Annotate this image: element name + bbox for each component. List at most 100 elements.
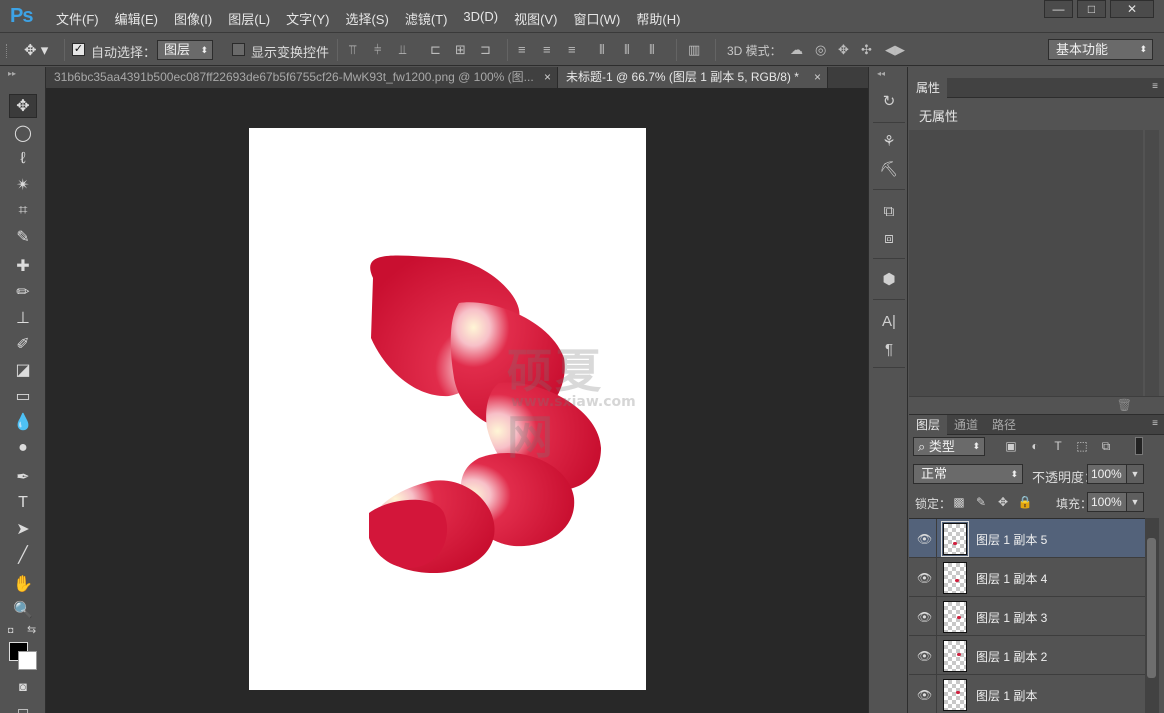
chevron-down-icon[interactable]: ▼ bbox=[1126, 492, 1144, 512]
filter-type-icon[interactable]: T bbox=[1050, 439, 1066, 455]
auto-select-target-dropdown[interactable]: 图层 ⬍ bbox=[157, 40, 213, 60]
layer-row[interactable]: 👁 图层 1 副本 5 bbox=[909, 519, 1145, 558]
filter-smart-object-icon[interactable]: ⧉ bbox=[1098, 439, 1114, 455]
type-tool-icon[interactable]: T bbox=[9, 491, 37, 515]
close-button[interactable]: ✕ bbox=[1110, 0, 1154, 18]
tool-presets-icon[interactable]: ⧈ bbox=[879, 229, 899, 249]
healing-brush-tool-icon[interactable]: ✚ bbox=[9, 254, 37, 278]
distribute-hcenter-icon[interactable]: ⦀ bbox=[624, 42, 642, 58]
eye-icon[interactable]: 👁 bbox=[917, 610, 932, 624]
3d-cube-icon[interactable]: ⬢ bbox=[879, 270, 899, 290]
maximize-button[interactable]: □ bbox=[1077, 0, 1106, 18]
menu-window[interactable]: 窗口(W) bbox=[565, 9, 628, 28]
swap-colors-icon[interactable]: ⇆ bbox=[27, 623, 36, 636]
clone-source-icon[interactable]: ⧉ bbox=[879, 202, 899, 222]
eye-icon[interactable]: 👁 bbox=[917, 649, 932, 663]
history-brush-tool-icon[interactable]: ✐ bbox=[9, 332, 37, 356]
background-color-swatch[interactable] bbox=[18, 651, 37, 670]
quick-mask-icon[interactable]: ◙ bbox=[9, 674, 37, 698]
screen-mode-icon[interactable]: ▭ bbox=[9, 699, 37, 713]
align-bottom-icon[interactable]: ⫫ bbox=[399, 42, 417, 58]
path-selection-tool-icon[interactable]: ➤ bbox=[9, 517, 37, 541]
distribute-left-icon[interactable]: ⦀ bbox=[599, 42, 617, 58]
eraser-tool-icon[interactable]: ◪ bbox=[9, 358, 37, 382]
chevron-down-icon[interactable]: ▼ bbox=[1126, 464, 1144, 484]
menu-view[interactable]: 视图(V) bbox=[506, 9, 565, 28]
distribute-vcenter-icon[interactable]: ≡ bbox=[543, 42, 561, 58]
eyedropper-tool-icon[interactable]: ✎ bbox=[9, 225, 37, 249]
magic-wand-tool-icon[interactable]: ✴ bbox=[9, 173, 37, 197]
close-icon[interactable]: × bbox=[814, 67, 821, 88]
3d-slide-icon[interactable]: ✣ bbox=[861, 42, 879, 58]
3d-scale-icon[interactable]: ◀▶ bbox=[885, 42, 905, 58]
lasso-tool-icon[interactable]: ℓ bbox=[9, 147, 37, 171]
blend-mode-dropdown[interactable]: 正常 ⬍ bbox=[913, 464, 1023, 484]
align-vcenter-icon[interactable]: ⫩ bbox=[374, 42, 392, 58]
menu-image[interactable]: 图像(I) bbox=[166, 9, 220, 28]
character-icon[interactable]: A| bbox=[879, 312, 899, 332]
layers-scrollbar[interactable] bbox=[1145, 518, 1159, 713]
distribute-right-icon[interactable]: ⦀ bbox=[649, 42, 667, 58]
layer-row[interactable]: 👁 图层 1 副本 2 bbox=[909, 636, 1145, 675]
move-tool-preset-icon[interactable]: ✥ ▾ bbox=[24, 41, 48, 59]
panel-menu-icon[interactable]: ≡ bbox=[1152, 418, 1158, 429]
brush-settings-icon[interactable]: ⛏ bbox=[879, 160, 899, 180]
line-tool-icon[interactable]: ╱ bbox=[9, 543, 37, 567]
filter-toggle[interactable] bbox=[1135, 437, 1143, 455]
opacity-input[interactable]: 100% bbox=[1087, 464, 1127, 484]
menu-filter[interactable]: 滤镜(T) bbox=[397, 9, 456, 28]
eye-icon[interactable]: 👁 bbox=[917, 688, 932, 702]
layer-filter-dropdown[interactable]: ⌕ 类型 ⬍ bbox=[913, 437, 985, 456]
distribute-top-icon[interactable]: ≡ bbox=[518, 42, 536, 58]
align-right-icon[interactable]: ⊐ bbox=[480, 42, 498, 58]
auto-select-checkbox[interactable]: ✓ bbox=[72, 43, 85, 56]
lock-transparency-icon[interactable]: ▩ bbox=[951, 495, 967, 511]
document-tab-active[interactable]: 未标题-1 @ 66.7% (图层 1 副本 5, RGB/8) * × bbox=[558, 67, 828, 88]
menu-3d[interactable]: 3D(D) bbox=[455, 9, 506, 28]
align-hcenter-icon[interactable]: ⊞ bbox=[455, 42, 473, 58]
lock-all-icon[interactable]: 🔒 bbox=[1017, 495, 1033, 511]
3d-roll-icon[interactable]: ◎ bbox=[815, 42, 833, 58]
menu-file[interactable]: 文件(F) bbox=[48, 9, 107, 28]
move-tool-icon[interactable]: ✥ bbox=[9, 94, 37, 118]
align-left-icon[interactable]: ⊏ bbox=[430, 42, 448, 58]
tab-paths[interactable]: 路径 bbox=[985, 415, 1023, 435]
dodge-tool-icon[interactable]: ● bbox=[9, 436, 37, 460]
show-transform-checkbox[interactable] bbox=[232, 43, 245, 56]
elliptical-marquee-tool-icon[interactable]: ◯ bbox=[9, 121, 37, 145]
canvas-area[interactable]: 硕夏网 www.sxiaw.com bbox=[46, 88, 868, 713]
collapse-arrows-icon[interactable]: ▸▸ bbox=[8, 69, 16, 78]
menu-help[interactable]: 帮助(H) bbox=[628, 9, 688, 28]
history-icon[interactable]: ↻ bbox=[879, 92, 899, 112]
3d-rotate-icon[interactable]: ☁ bbox=[790, 42, 808, 58]
menu-type[interactable]: 文字(Y) bbox=[278, 9, 337, 28]
align-top-icon[interactable]: ⫪ bbox=[349, 42, 367, 58]
layer-row[interactable]: 👁 图层 1 副本 4 bbox=[909, 558, 1145, 597]
pen-tool-icon[interactable]: ✒ bbox=[9, 465, 37, 489]
lock-pixels-icon[interactable]: ✎ bbox=[973, 495, 989, 511]
blur-tool-icon[interactable]: 💧 bbox=[9, 410, 37, 434]
eye-icon[interactable]: 👁 bbox=[917, 571, 932, 585]
menu-select[interactable]: 选择(S) bbox=[337, 9, 396, 28]
collapse-arrows-icon[interactable]: ◂◂ bbox=[877, 69, 885, 78]
lock-position-icon[interactable]: ✥ bbox=[995, 495, 1011, 511]
tab-channels[interactable]: 通道 bbox=[947, 415, 985, 435]
eye-icon[interactable]: 👁 bbox=[917, 532, 932, 546]
menu-edit[interactable]: 编辑(E) bbox=[107, 9, 166, 28]
menu-layer[interactable]: 图层(L) bbox=[220, 9, 278, 28]
properties-scrollbar[interactable] bbox=[1145, 130, 1159, 396]
crop-tool-icon[interactable]: ⌗ bbox=[9, 199, 37, 223]
filter-adjustment-icon[interactable]: ◐ bbox=[1027, 439, 1043, 455]
fill-input[interactable]: 100% bbox=[1087, 492, 1127, 512]
document-canvas[interactable]: 硕夏网 www.sxiaw.com bbox=[249, 128, 646, 690]
distribute-bottom-icon[interactable]: ≡ bbox=[568, 42, 586, 58]
layer-row[interactable]: 👁 图层 1 副本 bbox=[909, 675, 1145, 713]
workspace-dropdown[interactable]: 基本功能 ⬍ bbox=[1048, 39, 1153, 60]
document-tab[interactable]: 31b6bc35aa4391b500ec087ff22693de67b5f675… bbox=[46, 67, 558, 88]
paragraph-icon[interactable]: ¶ bbox=[879, 340, 899, 360]
filter-pixel-icon[interactable]: ▣ bbox=[1003, 439, 1019, 455]
default-colors-icon[interactable]: ◘ bbox=[8, 625, 13, 635]
zoom-tool-icon[interactable]: 🔍 bbox=[9, 598, 37, 622]
filter-shape-icon[interactable]: ⬚ bbox=[1074, 439, 1090, 455]
panel-menu-icon[interactable]: ≡ bbox=[1152, 81, 1158, 92]
